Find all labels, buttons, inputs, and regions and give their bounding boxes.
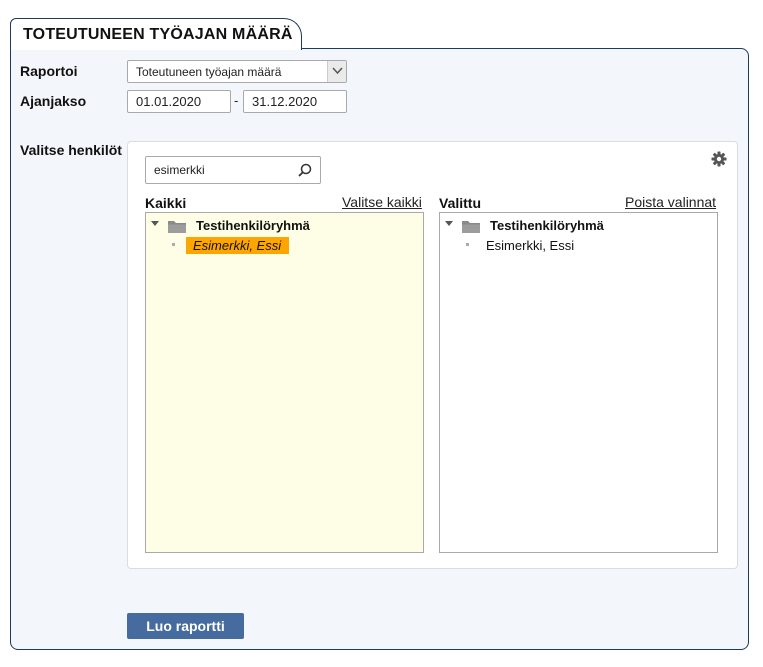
chevron-down-icon xyxy=(332,67,343,75)
persons-label: Valitse henkilöt xyxy=(20,142,122,158)
date-to-input[interactable]: 31.12.2020 xyxy=(243,90,347,113)
report-tab[interactable]: TOTEUTUNEEN TYÖAJAN MÄÄRÄ xyxy=(10,18,302,50)
person-item[interactable]: Esimerkki, Essi xyxy=(486,238,574,253)
all-heading: Kaikki xyxy=(145,195,187,211)
group-name[interactable]: Testihenkilöryhmä xyxy=(490,218,604,233)
clear-selection-link[interactable]: Poista valinnat xyxy=(625,194,716,210)
report-label: Raportoi xyxy=(20,63,78,79)
person-item-highlighted[interactable]: Esimerkki, Essi xyxy=(186,237,290,254)
search-value: esimerkki xyxy=(154,163,205,177)
gear-icon[interactable] xyxy=(711,151,727,167)
available-list: Testihenkilöryhmä Esimerkki, Essi xyxy=(145,212,424,553)
report-select[interactable]: Toteutuneen työajan määrä xyxy=(127,60,347,83)
group-name[interactable]: Testihenkilöryhmä xyxy=(196,218,310,233)
caret-down-icon[interactable] xyxy=(445,221,453,227)
caret-down-icon[interactable] xyxy=(151,221,159,227)
folder-icon xyxy=(168,221,186,233)
folder-icon xyxy=(462,221,480,233)
tree-leaf-dot xyxy=(466,243,469,246)
tree-leaf-dot xyxy=(172,243,175,246)
selected-list: Testihenkilöryhmä Esimerkki, Essi xyxy=(439,212,718,553)
select-dropdown-button[interactable] xyxy=(327,61,346,82)
selected-heading: Valittu xyxy=(439,195,482,211)
date-separator: - xyxy=(234,93,239,108)
select-all-link[interactable]: Valitse kaikki xyxy=(342,194,422,210)
search-icon[interactable] xyxy=(298,163,312,177)
search-input[interactable]: esimerkki xyxy=(145,156,321,184)
date-from-input[interactable]: 01.01.2020 xyxy=(127,90,231,113)
report-select-value: Toteutuneen työajan määrä xyxy=(136,65,282,79)
period-label: Ajanjakso xyxy=(20,93,87,109)
tab-title: TOTEUTUNEEN TYÖAJAN MÄÄRÄ xyxy=(23,26,293,43)
create-report-button[interactable]: Luo raportti xyxy=(127,613,244,639)
